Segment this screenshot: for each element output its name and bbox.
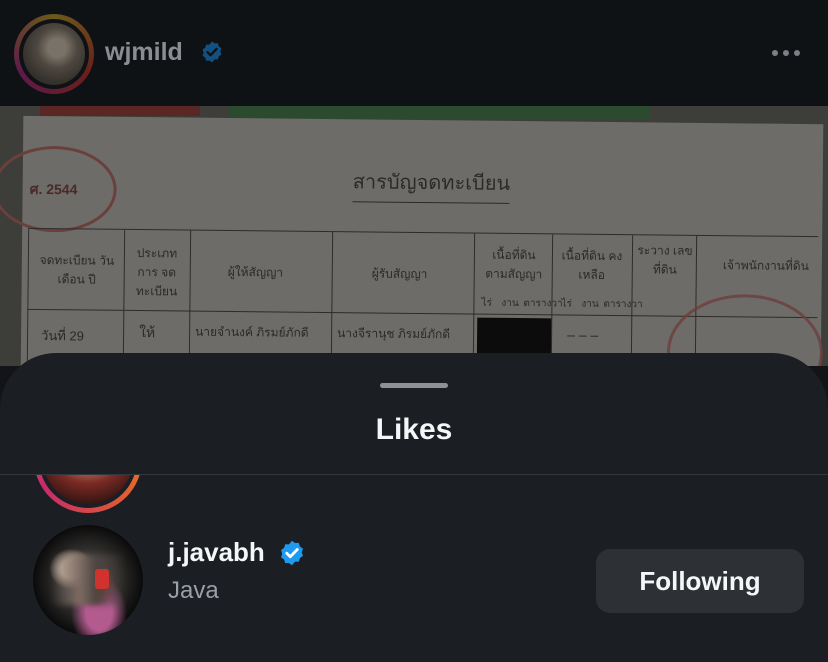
document-table: จดทะเบียน วัน เดือน ปี ประเภท การ จดทะเบ… (26, 227, 824, 366)
subheader-rai: ไร่ (481, 297, 492, 309)
stamp-left: ศ. 2544 (0, 145, 118, 233)
sheet-grabber-handle[interactable] (380, 383, 448, 388)
row-date: วันที่ 29 (41, 328, 84, 344)
verified-badge-icon (281, 540, 303, 566)
avatar-image-detail (51, 555, 125, 605)
header-grantor: ผู้ให้สัญญา (227, 264, 284, 280)
header-parcel: ระวาง เลขที่ดิน (637, 243, 693, 277)
following-button[interactable]: Following (596, 549, 804, 613)
land-document: ศ. 2544 สารบัญจดทะเบียน จดทะเบียน วัน เด… (0, 115, 824, 366)
sheet-title: Likes (375, 413, 453, 446)
subheader-rai-2: ไร่ (561, 298, 572, 310)
header-area-remaining: เนื้อที่ดิน คงเหลือ (561, 248, 623, 282)
verified-badge-icon (202, 41, 222, 63)
table-col (330, 232, 334, 366)
subheader-ngan: งาน (501, 297, 519, 310)
header-area-contract: เนื้อที่ดิน ตามสัญญา (485, 247, 543, 282)
row-dashes: – – – (567, 326, 599, 343)
dot (794, 50, 800, 56)
table-col (472, 233, 476, 366)
avatar-image-detail (95, 569, 109, 589)
table-col (26, 228, 30, 366)
row-grantor: นายจำนงค์ ภิรมย์ภักดี (195, 324, 309, 340)
likes-list[interactable]: j.javabh Java Following (0, 475, 828, 662)
subheader-wa: ตารางวา (523, 298, 563, 310)
post-author-username[interactable]: wjmild (105, 38, 183, 67)
stamp-left-text: ศ. 2544 (29, 180, 78, 198)
dot (772, 50, 778, 56)
previous-user-avatar[interactable] (34, 475, 142, 513)
user-username[interactable]: j.javabh (168, 537, 265, 568)
table-col (122, 229, 126, 366)
table-col (188, 230, 192, 366)
header-type: ประเภท การ จดทะเบียน (135, 246, 178, 299)
list-item[interactable]: j.javabh Java Following (0, 515, 828, 645)
row-grantee: นางจีรานุช ภิรมย์ภักดี (337, 326, 451, 342)
likes-sheet: Likes j.javabh Java Following (0, 353, 828, 662)
dot (783, 50, 789, 56)
header-officer: เจ้าพนักงานที่ดิน (722, 258, 809, 274)
post-author-avatar[interactable] (14, 14, 94, 94)
subheader-wa-2: ตารางวา (603, 298, 643, 311)
document-title: สารบัญจดทะเบียน (352, 165, 511, 204)
row-type: ให้ (139, 324, 156, 341)
user-full-name: Java (168, 577, 219, 604)
post-photo[interactable]: ศ. 2544 สารบัญจดทะเบียน จดทะเบียน วัน เด… (0, 106, 828, 366)
more-options-icon[interactable] (772, 50, 800, 56)
header-date: จดทะเบียน วัน เดือน ปี (39, 252, 115, 287)
post-header: wjmild (0, 0, 828, 106)
avatar-image (43, 475, 133, 504)
photo-background-red (40, 106, 200, 116)
user-avatar[interactable] (33, 525, 143, 635)
subheader-ngan-2: งาน (581, 298, 599, 310)
avatar-image (23, 23, 85, 85)
header-grantee: ผู้รับสัญญา (371, 266, 428, 282)
